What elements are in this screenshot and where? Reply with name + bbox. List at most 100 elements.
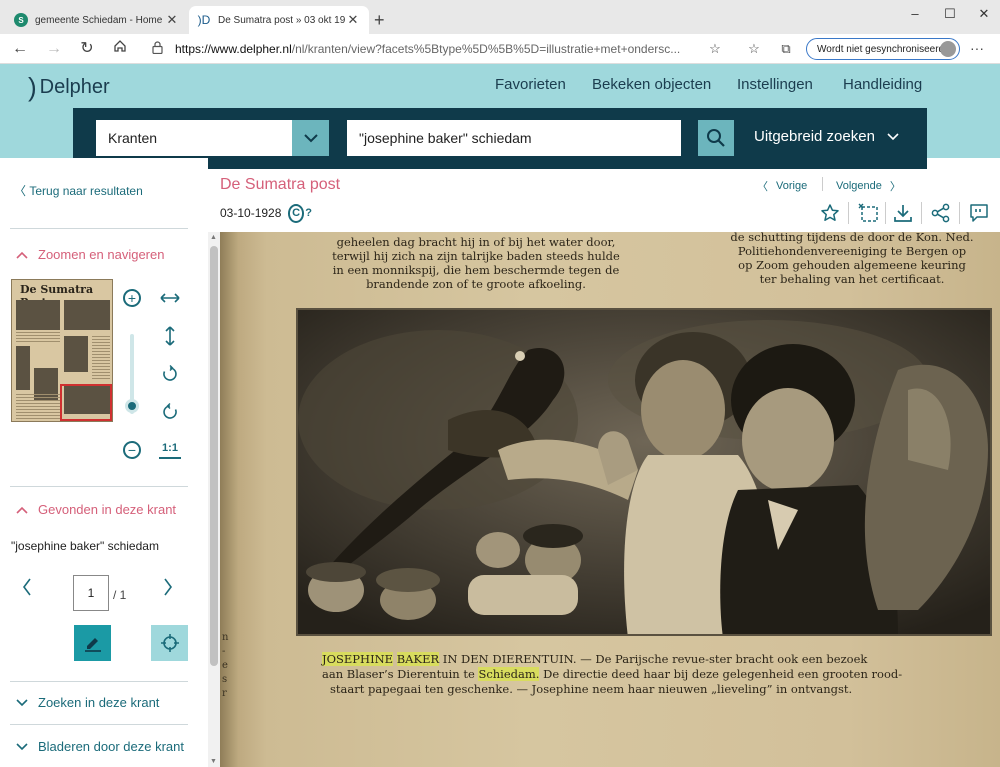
zoom-section-toggle[interactable]: Zoomen en navigeren <box>16 247 164 262</box>
share-icon[interactable] <box>929 202 953 224</box>
article-photograph <box>296 308 992 636</box>
margin-text: r <box>222 688 227 699</box>
url-field[interactable]: https://www.delpher.nl/nl/kranten/view?f… <box>175 42 695 56</box>
rotate-clockwise-icon[interactable] <box>159 363 181 385</box>
nav-instellingen[interactable]: Instellingen <box>737 76 813 93</box>
divider <box>822 177 823 191</box>
advanced-search-label: Uitgebreid zoeken <box>754 128 875 145</box>
window-close-button[interactable]: ✕ <box>974 6 994 22</box>
margin-text: e <box>222 660 228 671</box>
download-icon[interactable] <box>891 202 915 224</box>
nav-handleiding[interactable]: Handleiding <box>843 76 922 93</box>
sync-label: Wordt niet gesynchroniseerd <box>817 43 945 55</box>
thumbnail-text <box>16 332 60 344</box>
hit-total: / 1 <box>113 588 127 602</box>
crosshair-icon <box>160 634 179 652</box>
copyright-status-icon[interactable]: C? <box>288 203 312 223</box>
forward-icon[interactable]: → <box>44 39 64 59</box>
divider <box>848 202 849 224</box>
delpher-logo[interactable]: ) Delpher <box>28 74 110 100</box>
search-in-paper-title: Zoeken in deze krant <box>38 695 160 710</box>
viewer-scrollbar[interactable]: ▲ ▼ <box>208 232 220 767</box>
nav-favorieten[interactable]: Favorieten <box>495 76 566 93</box>
home-icon[interactable] <box>110 39 130 59</box>
thumbnail-text <box>16 394 60 420</box>
lock-icon[interactable] <box>152 41 163 57</box>
divider <box>959 202 960 224</box>
previous-document-link[interactable]: 〈 Vorige <box>757 178 807 194</box>
chevron-down-icon[interactable] <box>292 120 329 156</box>
next-hit-chevron-icon[interactable] <box>163 578 173 602</box>
browse-paper-toggle[interactable]: Bladeren door deze krant <box>16 739 184 754</box>
close-tab-icon[interactable]: ✕ <box>164 12 180 28</box>
add-favorite-star-icon[interactable]: ☆ <box>706 41 724 57</box>
page-edge <box>220 232 238 767</box>
close-tab-icon[interactable]: ✕ <box>345 12 361 28</box>
chevron-down-icon <box>16 740 28 754</box>
zoom-in-button[interactable]: + <box>121 287 143 309</box>
collection-select[interactable]: Kranten <box>96 120 329 156</box>
search-icon <box>707 129 725 147</box>
hit-number-input[interactable]: 1 <box>73 575 109 611</box>
refresh-icon[interactable]: ↻ <box>77 39 97 59</box>
browser-menu-icon[interactable]: ··· <box>970 40 984 56</box>
search-input[interactable]: "josephine baker" schiedam <box>347 120 681 156</box>
search-in-paper-toggle[interactable]: Zoeken in deze krant <box>16 695 159 710</box>
previous-label: Vorige <box>776 180 808 192</box>
back-to-results-link[interactable]: 〈 Terug naar resultaten <box>14 182 143 199</box>
newspaper-viewer[interactable]: geheelen dag bracht hij in of bij het wa… <box>208 232 1000 767</box>
thumbnail-photo <box>64 336 88 372</box>
browser-tab-schiedam[interactable]: S gemeente Schiedam - Home ✕ <box>6 6 188 34</box>
scroll-down-arrow-icon[interactable]: ▼ <box>210 758 217 765</box>
tab-title: gemeente Schiedam - Home <box>35 14 163 26</box>
maximize-button[interactable]: ☐ <box>940 6 960 22</box>
clip-crop-icon[interactable] <box>856 202 880 224</box>
scroll-up-arrow-icon[interactable]: ▲ <box>210 234 217 241</box>
collection-value: Kranten <box>108 130 158 146</box>
found-query-text: "josephine baker" schiedam <box>11 539 159 553</box>
divider <box>885 202 886 224</box>
previous-hit-chevron-icon[interactable] <box>22 578 32 602</box>
article-text-right: de schutting tijdens de door de Kon. Ned… <box>730 232 974 286</box>
chevron-left-icon: 〈 <box>14 184 30 198</box>
fit-height-icon[interactable] <box>159 325 181 347</box>
nav-bekeken-objecten[interactable]: Bekeken objecten <box>592 76 711 93</box>
highlight-toggle-button[interactable] <box>74 625 111 661</box>
fit-width-icon[interactable] <box>159 287 181 309</box>
search-button[interactable] <box>698 120 734 156</box>
next-label: Volgende <box>836 180 882 192</box>
divider <box>921 202 922 224</box>
viewport-indicator[interactable] <box>60 384 112 421</box>
thumbnail-photo <box>64 300 110 330</box>
rotate-counterclockwise-icon[interactable] <box>159 401 181 423</box>
site-favicon-icon: S <box>14 13 28 27</box>
feedback-comment-icon[interactable] <box>967 202 991 224</box>
chevron-left-icon: 〈 <box>757 181 768 193</box>
chevron-right-icon: 〉 <box>889 181 901 193</box>
divider <box>10 228 188 229</box>
actual-size-button[interactable]: 1:1 <box>159 439 181 459</box>
new-tab-button[interactable]: + <box>374 11 385 29</box>
zoom-out-button[interactable]: − <box>121 439 143 461</box>
back-icon[interactable]: ← <box>10 39 30 59</box>
locate-hit-button[interactable] <box>151 625 188 661</box>
profile-sync-button[interactable]: Wordt niet gesynchroniseerd <box>806 38 960 60</box>
chevron-up-icon <box>16 248 28 262</box>
search-hit-highlight[interactable]: Schiedam. <box>478 667 540 681</box>
zoom-slider-handle[interactable] <box>125 399 139 413</box>
search-hit-highlight[interactable]: JOSEPHINE <box>322 652 394 666</box>
favorites-icon[interactable]: ☆ <box>745 41 763 57</box>
url-path: /nl/kranten/view?facets%5Btype%5D%5B%5D=… <box>291 42 681 56</box>
favorite-star-icon[interactable] <box>818 202 842 224</box>
browser-tab-delpher[interactable]: )D De Sumatra post » 03 okt 1928 · ✕ <box>189 6 369 34</box>
advanced-search-toggle[interactable]: Uitgebreid zoeken <box>754 128 899 145</box>
found-section-toggle[interactable]: Gevonden in deze krant <box>16 502 176 517</box>
site-header: ) Delpher Favorieten Bekeken objecten In… <box>0 64 1000 169</box>
collections-icon[interactable]: ⧉ <box>777 41 795 57</box>
page-thumbnail-navigator[interactable]: De Sumatra Post <box>11 279 113 422</box>
minimize-button[interactable]: – <box>905 6 925 21</box>
next-document-link[interactable]: Volgende 〉 <box>836 178 901 194</box>
scrollbar-thumb[interactable] <box>210 246 218 666</box>
photo-illustration <box>298 310 990 634</box>
search-hit-highlight[interactable]: BAKER <box>396 652 440 666</box>
